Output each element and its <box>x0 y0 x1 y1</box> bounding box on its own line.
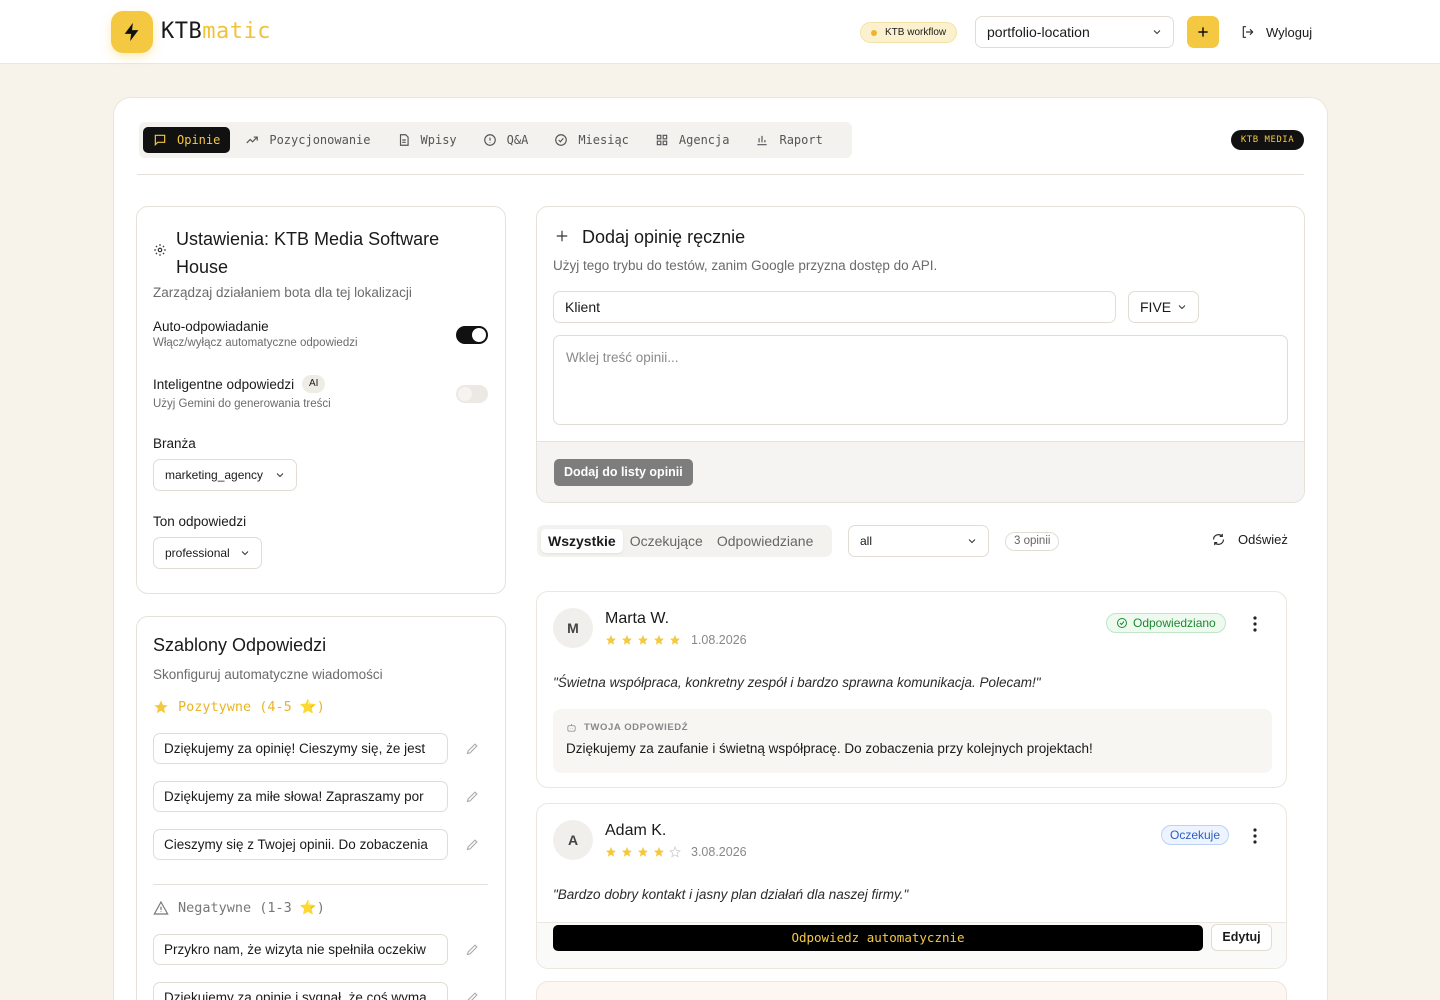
star-icon <box>638 847 648 857</box>
auto-reply-button[interactable]: Odpowiedz automatycznie <box>553 925 1203 951</box>
review-text: "Bardzo dobry kontakt i jasny plan dział… <box>553 887 909 902</box>
review-actions: Odpowiedz automatycznie Edytuj <box>537 922 1286 968</box>
rating-stars <box>605 634 681 646</box>
star-icon <box>622 635 632 645</box>
reviewer-name: Adam K. <box>605 822 667 839</box>
location-value: portfolio-location <box>987 24 1090 40</box>
chevron-down-icon <box>1153 30 1161 35</box>
review-card: M Marta W. 1.08.2026 Odpowiedziano "Świe… <box>536 591 1287 788</box>
star-icon <box>622 847 632 857</box>
avatar: A <box>553 820 593 860</box>
add-button[interactable] <box>1187 16 1219 48</box>
filter-tab-answered[interactable]: Odpowiedziane <box>710 529 821 553</box>
filter-tab-all[interactable]: Wszystkie <box>541 529 623 553</box>
reply-box: TWOJA ODPOWIEDŹ Dziękujemy za zaufanie i… <box>553 709 1272 773</box>
filter-tabs: Wszystkie Oczekujące Odpowiedziane <box>537 525 832 557</box>
status-select[interactable]: all <box>848 525 989 557</box>
review-card: A Adam K. 3.08.2026 Oczekuje "Bardzo dob… <box>536 803 1287 969</box>
reply-text: Dziękujemy za zaufanie i świetną współpr… <box>566 741 1093 756</box>
workflow-badge: KTB workflow <box>860 22 958 43</box>
star-icon <box>606 635 616 645</box>
lightning-icon <box>124 22 139 42</box>
status-badge: Oczekuje <box>1161 825 1230 845</box>
location-select[interactable]: portfolio-location <box>975 16 1174 48</box>
review-card <box>536 981 1287 1000</box>
check-circle-icon <box>1117 618 1127 628</box>
review-date: 3.08.2026 <box>691 845 747 859</box>
avatar: M <box>553 608 593 648</box>
more-vertical-icon[interactable] <box>1252 828 1258 844</box>
logout-icon <box>1242 26 1254 38</box>
reply-header: TWOJA ODPOWIEDŹ <box>566 722 688 733</box>
refresh-icon <box>1212 533 1225 546</box>
star-icon <box>670 635 680 645</box>
chevron-down-icon <box>968 539 976 544</box>
filter-tab-pending[interactable]: Oczekujące <box>623 529 710 553</box>
logo[interactable] <box>111 11 153 53</box>
star-icon <box>638 635 648 645</box>
bot-icon <box>567 723 576 732</box>
top-bar: KTBmatic KTB workflow portfolio-location… <box>0 0 1440 64</box>
review-date: 1.08.2026 <box>691 633 747 647</box>
refresh-button[interactable]: Odśwież <box>1211 532 1288 547</box>
status-badge: Odpowiedziano <box>1106 613 1226 633</box>
logout-button[interactable]: Wyloguj <box>1240 22 1312 42</box>
review-text: "Świetna współpraca, konkretny zespół i … <box>553 675 1041 690</box>
plus-icon <box>1198 27 1208 37</box>
reviews-area: Wszystkie Oczekujące Odpowiedziane all 3… <box>113 97 1328 1000</box>
reviewer-name: Marta W. <box>605 610 670 627</box>
star-icon <box>606 847 616 857</box>
brand-name: KTBmatic <box>161 19 271 44</box>
edit-button[interactable]: Edytuj <box>1211 924 1272 951</box>
rating-stars <box>605 846 681 858</box>
logout-label: Wyloguj <box>1266 24 1313 40</box>
star-empty-icon <box>669 846 681 858</box>
more-vertical-icon[interactable] <box>1252 616 1258 632</box>
review-count-badge: 3 opinii <box>1005 532 1060 551</box>
star-icon <box>654 847 664 857</box>
star-icon <box>654 635 664 645</box>
